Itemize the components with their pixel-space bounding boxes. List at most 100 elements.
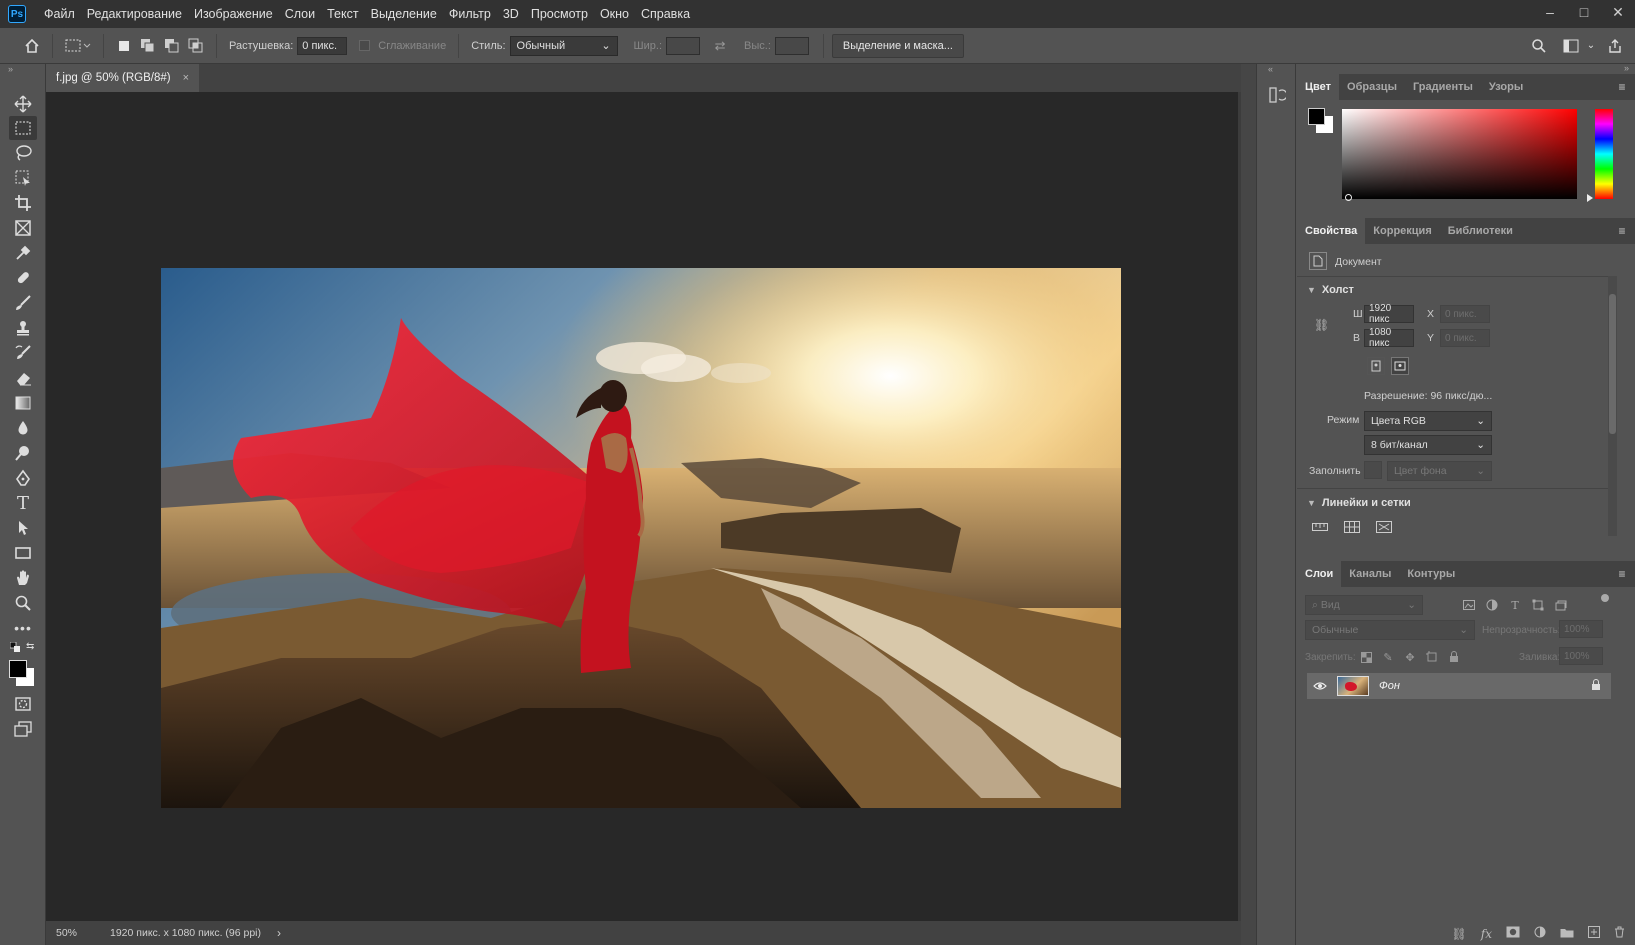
gradient-tool-icon[interactable] [9, 391, 37, 415]
filter-shape-icon[interactable] [1529, 596, 1547, 614]
feather-input[interactable]: 0 пикс. [297, 36, 348, 55]
blur-tool-icon[interactable] [9, 416, 37, 440]
object-selection-tool-icon[interactable] [9, 166, 37, 190]
status-expand-icon[interactable]: › [277, 926, 281, 940]
lock-pixels-icon[interactable]: ✎ [1379, 648, 1397, 666]
search-icon[interactable] [1529, 36, 1549, 56]
tab-channels[interactable]: Каналы [1341, 561, 1399, 587]
tab-paths[interactable]: Контуры [1399, 561, 1463, 587]
tab-libraries[interactable]: Библиотеки [1440, 218, 1521, 244]
layer-name[interactable]: Фон [1379, 680, 1400, 692]
document-image[interactable] [161, 268, 1121, 808]
tab-layers[interactable]: Слои [1297, 561, 1342, 587]
layer-row[interactable]: Фон [1307, 673, 1611, 699]
menu-window[interactable]: Окно [594, 0, 635, 28]
menu-text[interactable]: Текст [321, 0, 364, 28]
home-icon[interactable] [22, 36, 42, 56]
frame-tool-icon[interactable] [9, 216, 37, 240]
landscape-orientation-icon[interactable] [1391, 357, 1409, 375]
link-layers-icon[interactable]: ⛓ [1452, 927, 1467, 941]
close-button[interactable]: ✕ [1601, 0, 1635, 24]
layer-filter-select[interactable]: ⌕ Вид ⌄ [1305, 595, 1423, 615]
fx-icon[interactable]: fx [1481, 927, 1492, 941]
tab-gradients[interactable]: Градиенты [1405, 74, 1481, 100]
collapse-icon[interactable]: « [1268, 64, 1273, 74]
eraser-tool-icon[interactable] [9, 366, 37, 390]
hue-marker[interactable] [1587, 194, 1593, 202]
menu-filter[interactable]: Фильтр [443, 0, 497, 28]
new-group-icon[interactable] [1560, 927, 1574, 941]
marquee-tool-icon[interactable] [9, 116, 37, 140]
canvas-height-input[interactable]: 1080 пикс [1364, 327, 1414, 349]
lasso-tool-icon[interactable] [9, 141, 37, 165]
filter-pixel-icon[interactable] [1460, 596, 1478, 614]
subtract-selection-icon[interactable] [162, 36, 182, 56]
add-mask-icon[interactable] [1506, 926, 1520, 941]
brush-tool-icon[interactable] [9, 291, 37, 315]
filter-toggle-icon[interactable] [1601, 594, 1609, 602]
fill-opacity-input[interactable]: 100% [1559, 647, 1603, 665]
stamp-tool-icon[interactable] [9, 316, 37, 340]
intersect-selection-icon[interactable] [186, 36, 206, 56]
path-selection-tool-icon[interactable] [9, 516, 37, 540]
share-icon[interactable] [1605, 36, 1625, 56]
rectangle-tool-icon[interactable] [9, 541, 37, 565]
panel-menu-icon[interactable]: ≡ [1609, 218, 1635, 244]
menu-select[interactable]: Выделение [365, 0, 443, 28]
swap-colors-icon[interactable]: ⇆ [26, 641, 34, 652]
menu-3d[interactable]: 3D [497, 0, 525, 28]
canvas-width-input[interactable]: 1920 пикс [1364, 303, 1414, 325]
properties-scrollbar[interactable] [1608, 276, 1617, 536]
menu-image[interactable]: Изображение [188, 0, 279, 28]
menu-edit[interactable]: Редактирование [81, 0, 188, 28]
bit-depth-select[interactable]: 8 бит/канал ⌄ [1364, 435, 1492, 455]
swap-icon[interactable]: ⇄ [710, 36, 730, 56]
delete-layer-icon[interactable] [1614, 926, 1625, 941]
chevron-down-icon[interactable]: ⌄ [1585, 36, 1597, 56]
eye-icon[interactable] [1307, 681, 1333, 691]
tab-adjustments[interactable]: Коррекция [1365, 218, 1439, 244]
history-panel-icon[interactable] [1266, 84, 1288, 106]
document-tab[interactable]: f.jpg @ 50% (RGB/8#) × [46, 64, 200, 92]
ruler-icon[interactable] [1311, 518, 1329, 536]
lock-transparent-icon[interactable] [1357, 648, 1375, 666]
maximize-button[interactable]: □ [1567, 0, 1601, 24]
tab-properties[interactable]: Свойства [1297, 218, 1366, 244]
menu-view[interactable]: Просмотр [525, 0, 594, 28]
new-selection-icon[interactable] [114, 36, 134, 56]
lock-artboard-icon[interactable] [1423, 648, 1441, 666]
history-brush-tool-icon[interactable] [9, 341, 37, 365]
crop-tool-icon[interactable] [9, 191, 37, 215]
menu-help[interactable]: Справка [635, 0, 696, 28]
menu-layers[interactable]: Слои [279, 0, 321, 28]
eyedropper-tool-icon[interactable] [9, 241, 37, 265]
fill-color-swatch[interactable] [1364, 461, 1382, 479]
new-layer-icon[interactable] [1588, 926, 1600, 941]
color-mode-select[interactable]: Цвета RGB ⌄ [1364, 411, 1492, 431]
antialias-box[interactable] [359, 40, 371, 51]
guides-icon[interactable] [1375, 518, 1393, 536]
canvas-y-input[interactable]: 0 пикс. [1440, 329, 1490, 347]
zoom-level[interactable]: 50% [56, 927, 102, 939]
color-picker-marker[interactable] [1345, 194, 1352, 201]
canvas-workspace[interactable] [46, 92, 1238, 921]
opacity-input[interactable]: 100% [1559, 620, 1603, 638]
style-select[interactable]: Обычный ⌄ [509, 35, 618, 56]
zoom-tool-icon[interactable] [9, 591, 37, 615]
select-and-mask-button[interactable]: Выделение и маска... [831, 33, 964, 58]
screen-mode-icon[interactable] [9, 717, 37, 741]
add-selection-icon[interactable] [138, 36, 158, 56]
collapse-icon[interactable]: » [1624, 63, 1629, 73]
minimize-button[interactable]: – [1533, 0, 1567, 24]
blend-mode-select[interactable]: Обычные ⌄ [1305, 620, 1475, 640]
hand-tool-icon[interactable] [9, 566, 37, 590]
hue-slider[interactable] [1595, 109, 1613, 199]
fill-select[interactable]: Цвет фона ⌄ [1387, 461, 1492, 481]
portrait-orientation-icon[interactable] [1367, 357, 1385, 375]
width-input[interactable] [666, 36, 701, 55]
close-icon[interactable]: × [183, 72, 189, 84]
antialias-checkbox[interactable]: Сглаживание [359, 40, 450, 52]
panel-menu-icon[interactable]: ≡ [1609, 561, 1635, 587]
healing-brush-tool-icon[interactable] [9, 266, 37, 290]
default-colors-icon[interactable] [9, 641, 20, 655]
